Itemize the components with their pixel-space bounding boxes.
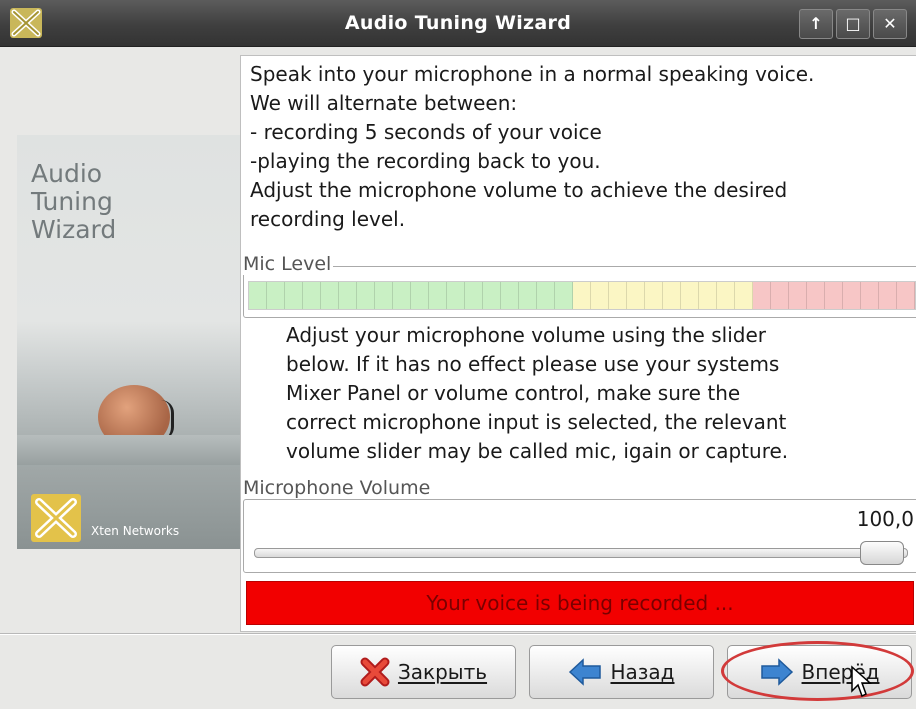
button-separator (0, 633, 916, 635)
mic-level-segment-red (753, 282, 771, 309)
mic-level-segment-green (483, 282, 501, 309)
volume-value: 100,0 (856, 507, 914, 531)
intro-line: Adjust the microphone volume to achieve … (250, 178, 788, 202)
volume-slider-handle[interactable] (860, 541, 904, 565)
mic-level-segment-green (303, 282, 321, 309)
mic-level-meter (248, 281, 916, 310)
cubicle-wall-image (17, 435, 240, 465)
mic-level-segment-yellow (699, 282, 717, 309)
mic-level-segment-yellow (717, 282, 735, 309)
mic-level-segment-green (429, 282, 447, 309)
mic-level-segment-yellow (609, 282, 627, 309)
mic-level-group (243, 266, 916, 318)
wizard-banner: Audio Tuning Wizard Xten Networks (17, 135, 240, 549)
mic-level-segment-green (393, 282, 411, 309)
brand-name: Xten Networks (91, 524, 180, 538)
xten-logo-icon (31, 494, 81, 542)
restore-button[interactable]: □ (836, 9, 870, 39)
mic-level-segment-red (897, 282, 915, 309)
back-button[interactable]: Назад (529, 645, 714, 699)
mic-level-segment-red (771, 282, 789, 309)
mic-level-segment-green (411, 282, 429, 309)
mic-level-segment-yellow (627, 282, 645, 309)
mic-level-segment-green (375, 282, 393, 309)
volume-slider-track[interactable] (254, 548, 908, 558)
intro-line: Speak into your microphone in a normal s… (250, 62, 815, 86)
mic-level-segment-yellow (645, 282, 663, 309)
mic-level-segment-green (285, 282, 303, 309)
intro-line: recording level. (250, 207, 406, 231)
mic-level-segment-yellow (681, 282, 699, 309)
intro-text: Speak into your microphone in a normal s… (250, 60, 915, 234)
mic-level-segment-green (267, 282, 285, 309)
red-x-icon (360, 657, 390, 687)
recording-status-bar: Your voice is being recorded ... (246, 581, 914, 625)
mic-level-segment-red (879, 282, 897, 309)
intro-line: -playing the recording back to you. (250, 149, 601, 173)
banner-title-line: Audio (31, 159, 103, 188)
close-button[interactable]: Закрыть (331, 645, 516, 699)
recording-status-text: Your voice is being recorded ... (426, 591, 734, 615)
microphone-volume-group: 100,0 (243, 499, 916, 573)
mic-level-segment-red (843, 282, 861, 309)
close-window-button[interactable]: ✕ (873, 9, 907, 39)
volume-help-text: Adjust your microphone volume using the … (286, 321, 916, 466)
banner-title-line: Tuning (31, 187, 113, 216)
banner-title: Audio Tuning Wizard (31, 160, 116, 244)
microphone-volume-label: Microphone Volume (243, 477, 433, 499)
blue-left-arrow-icon (569, 658, 602, 686)
highlight-ellipse (721, 641, 914, 701)
mic-level-label: Mic Level (243, 253, 334, 275)
back-button-label: Назад (610, 660, 675, 684)
maximize-button[interactable]: ↑ (799, 9, 833, 39)
mic-level-segment-yellow (735, 282, 753, 309)
mic-level-segment-green (465, 282, 483, 309)
mic-level-segment-red (789, 282, 807, 309)
mic-level-segment-green (357, 282, 375, 309)
mic-level-segment-green (519, 282, 537, 309)
content-panel: Speak into your microphone in a normal s… (240, 55, 916, 632)
help-line: Adjust your microphone volume using the … (286, 323, 766, 347)
close-button-label: Закрыть (397, 660, 488, 684)
mic-level-segment-yellow (591, 282, 609, 309)
help-line: correct microphone input is selected, th… (286, 410, 787, 434)
intro-line: We will alternate between: (250, 91, 518, 115)
mic-level-segment-green (501, 282, 519, 309)
mic-level-segment-red (825, 282, 843, 309)
mic-level-segment-yellow (663, 282, 681, 309)
help-line: below. If it has no effect please use yo… (286, 352, 780, 376)
mic-level-segment-red (861, 282, 879, 309)
banner-title-line: Wizard (31, 215, 117, 244)
mic-level-segment-green (249, 282, 267, 309)
title-bar: Audio Tuning Wizard ↑ □ ✕ (0, 0, 916, 47)
mic-level-segment-green (447, 282, 465, 309)
intro-line: - recording 5 seconds of your voice (250, 120, 602, 144)
mic-level-segment-green (555, 282, 573, 309)
window-title: Audio Tuning Wizard (344, 12, 572, 34)
mic-level-segment-red (807, 282, 825, 309)
mic-level-segment-green (339, 282, 357, 309)
help-line: Mixer Panel or volume control, make sure… (286, 381, 741, 405)
headset-image (161, 400, 174, 440)
mic-level-segment-yellow (573, 282, 591, 309)
mouse-cursor-icon (851, 665, 872, 698)
mic-level-segment-green (537, 282, 555, 309)
mic-level-segment-green (321, 282, 339, 309)
help-line: volume slider may be called mic, igain o… (286, 439, 789, 463)
